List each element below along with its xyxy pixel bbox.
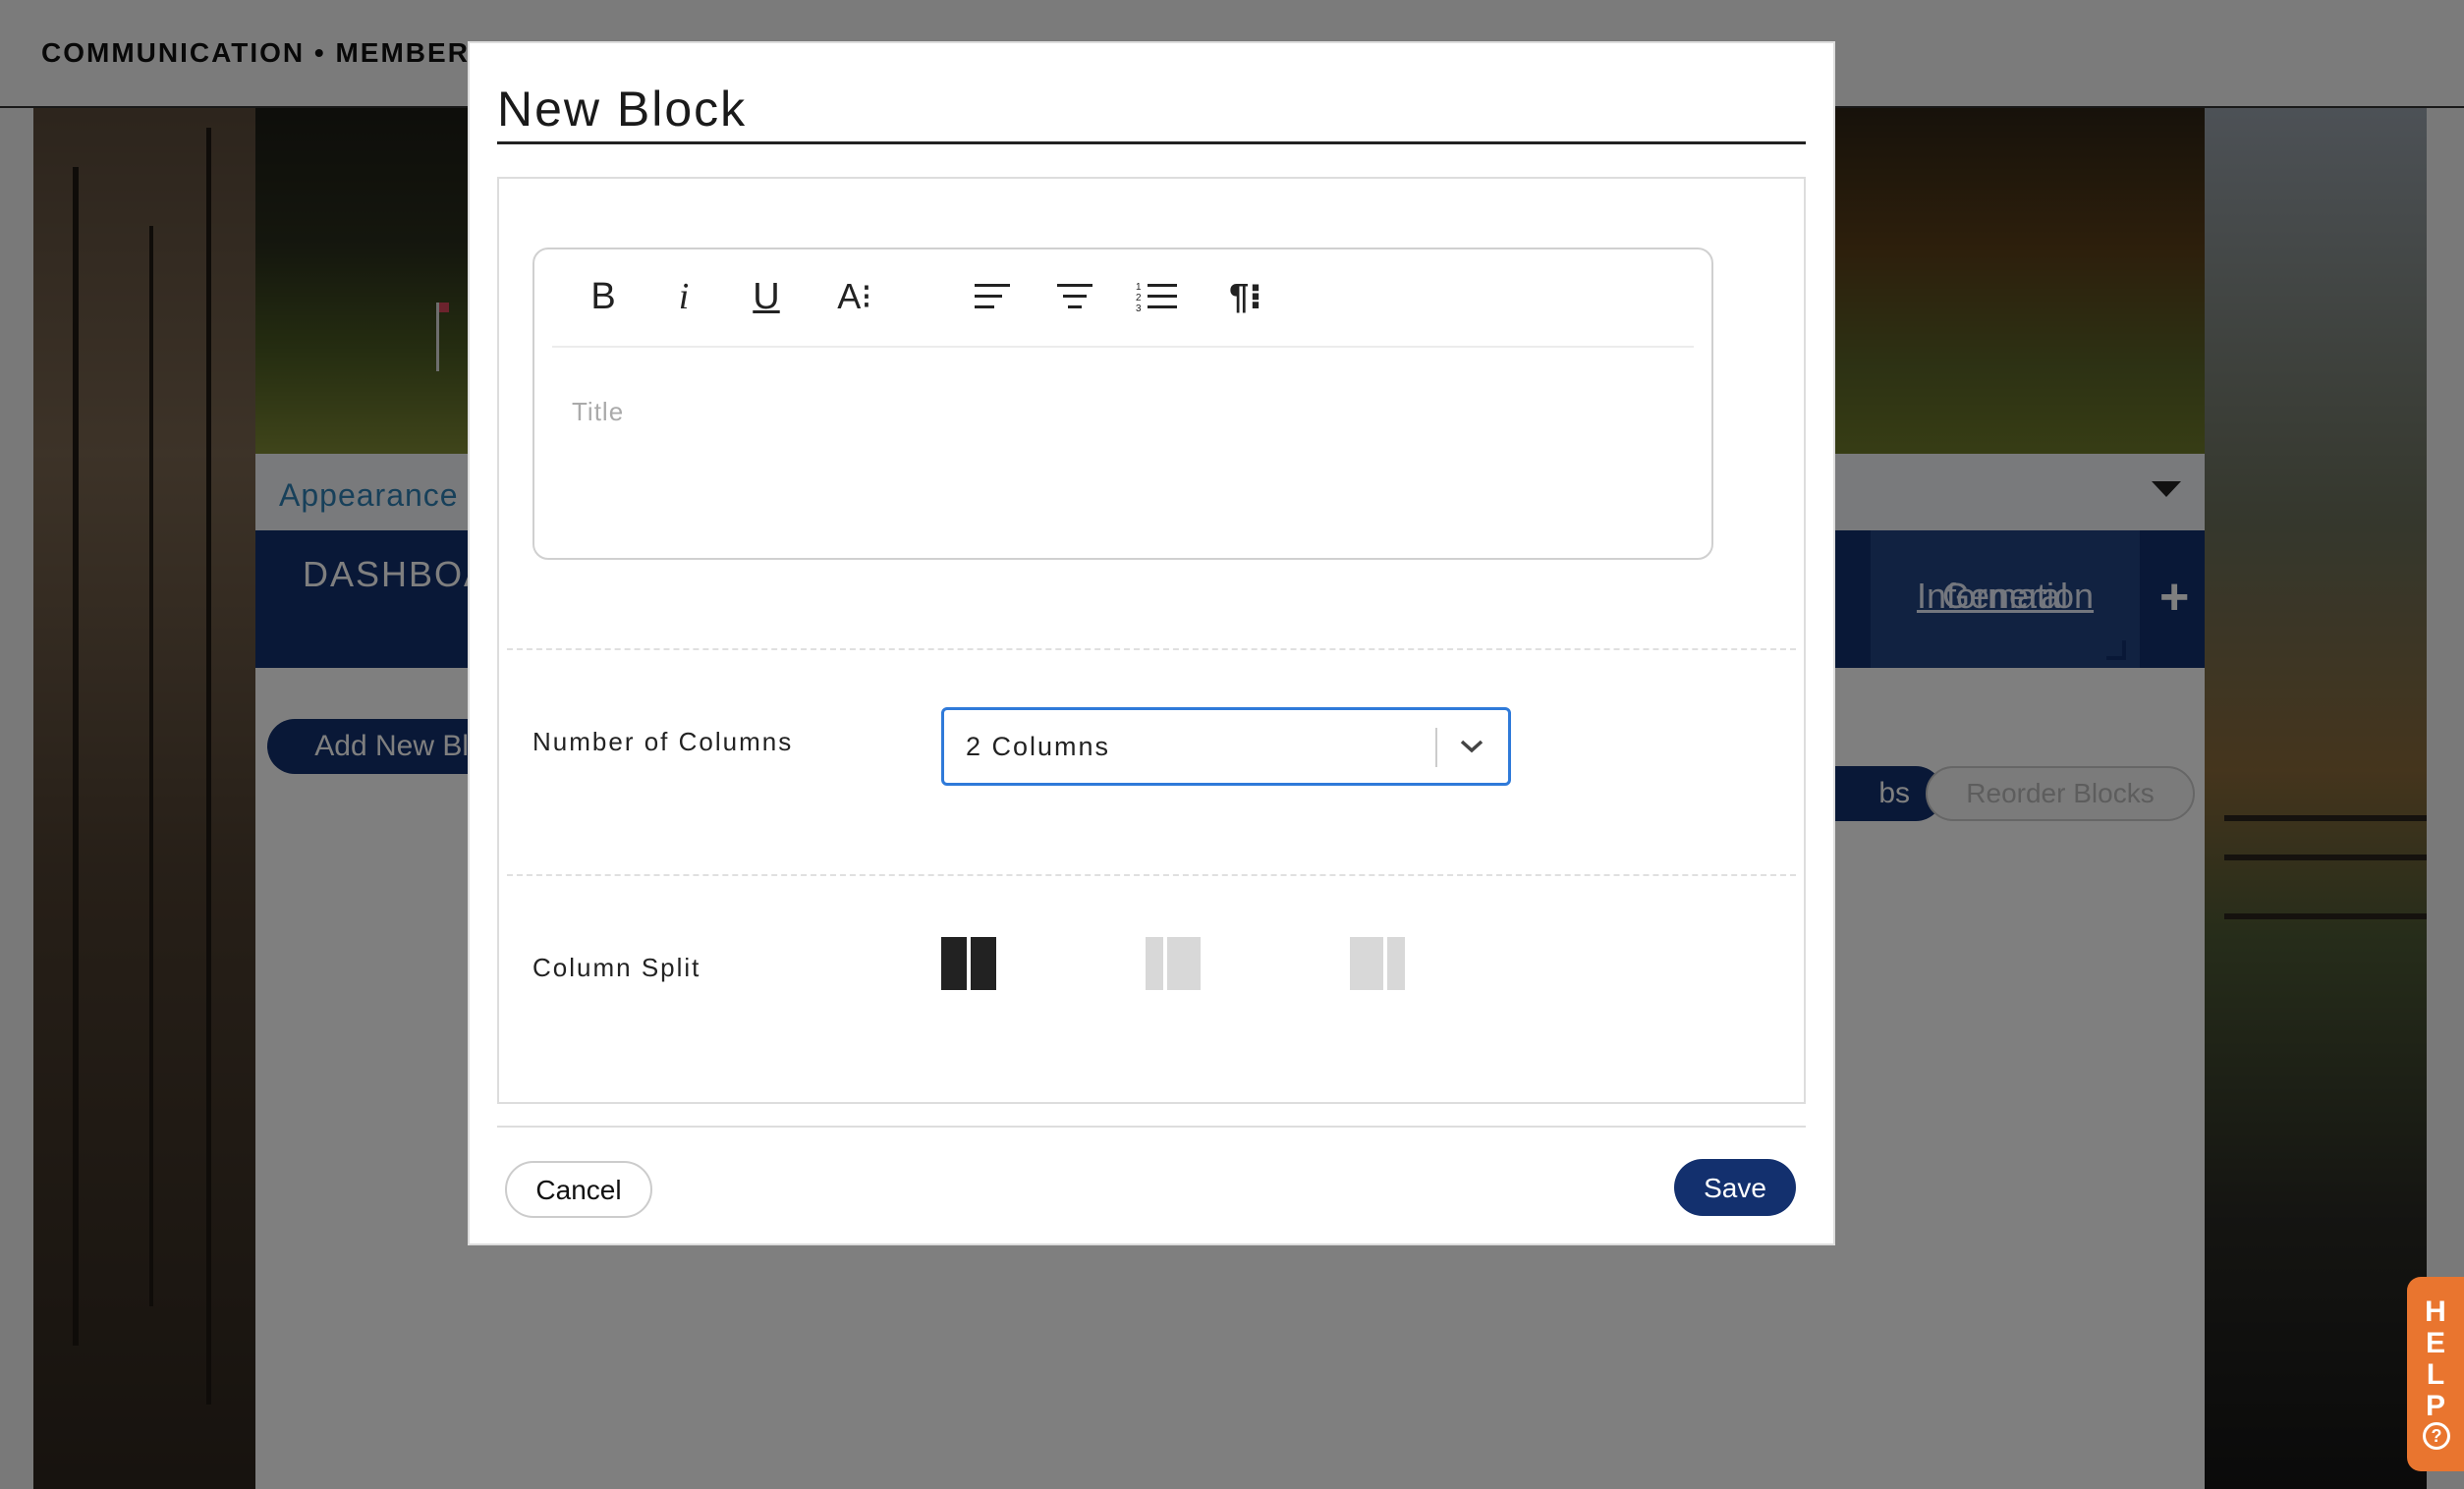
align-left-icon[interactable]	[969, 273, 1016, 320]
help-letter: L	[2426, 1358, 2445, 1391]
svg-text:1: 1	[1136, 282, 1142, 293]
dialog-title: New Block	[497, 82, 748, 137]
italic-button[interactable]: i	[660, 273, 707, 320]
cancel-button[interactable]: Cancel	[505, 1161, 652, 1218]
help-question-icon: ?	[2423, 1422, 2450, 1450]
help-letter: P	[2425, 1390, 2445, 1422]
split-option-33-67[interactable]	[1146, 937, 1201, 990]
bold-button[interactable]: B	[580, 273, 627, 320]
underline-button[interactable]: U	[743, 273, 790, 320]
chevron-down-icon[interactable]	[1457, 732, 1486, 761]
help-letter: E	[2425, 1327, 2445, 1359]
ordered-list-icon[interactable]: 123	[1134, 273, 1181, 320]
split-option-50-50[interactable]	[941, 937, 996, 990]
rich-text-editor[interactable]: B i U A⁝ 123 ¶⁝ Title	[532, 248, 1713, 560]
font-size-button[interactable]: A⁝	[825, 273, 884, 320]
section-divider	[507, 874, 1796, 876]
dialog-body: B i U A⁝ 123 ¶⁝ Title Number of Columns …	[497, 177, 1806, 1104]
align-center-icon[interactable]	[1051, 273, 1098, 320]
title-divider	[497, 141, 1806, 144]
column-split-label: Column Split	[532, 953, 701, 982]
save-button[interactable]: Save	[1674, 1159, 1796, 1216]
number-of-columns-select[interactable]: 2 Columns	[941, 707, 1511, 786]
svg-text:2: 2	[1136, 293, 1142, 303]
split-option-67-33[interactable]	[1350, 937, 1405, 990]
section-divider	[507, 648, 1796, 650]
editor-toolbar: B i U A⁝ 123 ¶⁝	[552, 249, 1694, 348]
select-value: 2 Columns	[966, 732, 1111, 761]
number-of-columns-label: Number of Columns	[532, 727, 794, 756]
new-block-dialog: New Block B i U A⁝ 1 2 3 ¶⁝ Title Number…	[468, 41, 1835, 1245]
svg-text:3: 3	[1136, 303, 1142, 313]
title-placeholder[interactable]: Title	[572, 397, 624, 427]
help-tab[interactable]: H E L P ?	[2407, 1277, 2464, 1471]
help-letter: H	[2425, 1296, 2446, 1328]
paragraph-format-button[interactable]: ¶⁝	[1216, 273, 1275, 320]
footer-divider	[497, 1126, 1806, 1128]
